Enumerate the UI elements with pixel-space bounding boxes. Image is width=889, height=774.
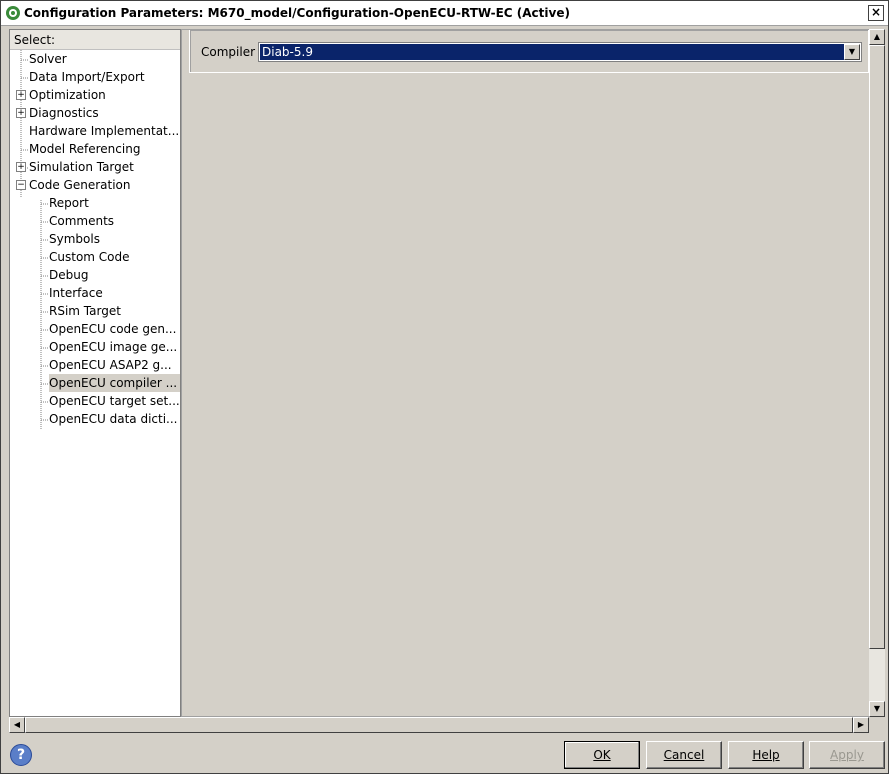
ok-button[interactable]: OK <box>564 741 640 769</box>
horizontal-scroll-thumb[interactable] <box>25 717 853 733</box>
tree-item[interactable]: Data Import/Export <box>29 68 149 86</box>
tree-item-label: Diagnostics <box>29 106 99 120</box>
tree-item[interactable]: OpenECU ASAP2 g... <box>49 356 176 374</box>
tree-item-label: OpenECU code gen... <box>49 322 177 336</box>
tree-item[interactable]: OpenECU target set... <box>49 392 180 410</box>
chevron-down-icon[interactable]: ▼ <box>844 44 860 60</box>
tree-item[interactable]: Solver <box>29 50 71 68</box>
tree-item-label: Interface <box>49 286 103 300</box>
tree-item-label: Solver <box>29 52 67 66</box>
tree-item-label: Symbols <box>49 232 100 246</box>
tree-header-label: Select: <box>14 33 56 47</box>
settings-panel: Compiler Diab-5.9 ▼ <box>181 29 871 717</box>
tree-item[interactable]: Simulation Target <box>29 158 138 176</box>
tree-item[interactable]: Symbols <box>49 230 104 248</box>
tree-item-label: RSim Target <box>49 304 121 318</box>
cancel-button[interactable]: Cancel <box>646 741 722 769</box>
window-title: Configuration Parameters: M670_model/Con… <box>24 6 570 20</box>
category-tree: Select: Solver Data Import/Export Optimi… <box>9 29 181 717</box>
tree-item[interactable]: OpenECU compiler ... <box>49 374 180 392</box>
tree-item[interactable]: Comments <box>49 212 118 230</box>
tree-item-label: Data Import/Export <box>29 70 145 84</box>
compiler-dropdown-value: Diab-5.9 <box>260 44 845 60</box>
tree-item-label: OpenECU target set... <box>49 394 180 408</box>
tree-item[interactable]: Report <box>49 194 93 212</box>
tree-item-label: OpenECU data dicti... <box>49 412 178 426</box>
tree-item[interactable]: Code Generation <box>29 176 134 194</box>
horizontal-scrollbar[interactable]: ◀ ▶ <box>9 717 869 733</box>
compiler-label: Compiler <box>201 45 256 59</box>
collapse-icon[interactable]: − <box>16 180 26 190</box>
config-dialog: Configuration Parameters: M670_model/Con… <box>0 0 889 774</box>
tree-item[interactable]: Diagnostics <box>29 104 103 122</box>
vertical-scroll-thumb[interactable] <box>869 45 885 649</box>
tree-item[interactable]: OpenECU data dicti... <box>49 410 180 428</box>
tree-item-label: OpenECU compiler ... <box>49 376 178 390</box>
tree-item[interactable]: Optimization <box>29 86 110 104</box>
tree-item-label: Debug <box>49 268 89 282</box>
help-icon[interactable]: ? <box>10 744 32 766</box>
tree-header: Select: <box>10 30 180 50</box>
expand-icon[interactable]: + <box>16 90 26 100</box>
tree-item-label: Report <box>49 196 89 210</box>
scroll-down-icon[interactable]: ▼ <box>869 701 885 717</box>
vertical-scrollbar[interactable]: ▲ ▼ <box>869 29 885 717</box>
tree-item-label: OpenECU image ge... <box>49 340 178 354</box>
tree-item[interactable]: Hardware Implementat... <box>29 122 180 140</box>
expand-icon[interactable]: + <box>16 108 26 118</box>
scroll-right-icon[interactable]: ▶ <box>853 717 869 733</box>
close-button[interactable]: × <box>868 5 884 21</box>
tree-item[interactable]: Custom Code <box>49 248 134 266</box>
gear-icon <box>6 6 20 20</box>
tree-item-label: OpenECU ASAP2 g... <box>49 358 172 372</box>
help-button[interactable]: Help <box>728 741 804 769</box>
tree-item-label: Comments <box>49 214 115 228</box>
tree-item-label: Code Generation <box>29 178 131 192</box>
scroll-left-icon[interactable]: ◀ <box>9 717 25 733</box>
tree-item[interactable]: Debug <box>49 266 92 284</box>
tree-item[interactable]: RSim Target <box>49 302 125 320</box>
tree-item-label: Hardware Implementat... <box>29 124 180 138</box>
tree-item[interactable]: Interface <box>49 284 107 302</box>
tree-item[interactable]: Model Referencing <box>29 140 144 158</box>
tree-item[interactable]: OpenECU image ge... <box>49 338 180 356</box>
compiler-group: Compiler Diab-5.9 ▼ <box>189 30 869 73</box>
tree-item-label: Model Referencing <box>29 142 141 156</box>
tree-item-label: Custom Code <box>49 250 130 264</box>
title-bar: Configuration Parameters: M670_model/Con… <box>1 1 888 26</box>
tree-item-label: Simulation Target <box>29 160 134 174</box>
compiler-dropdown[interactable]: Diab-5.9 ▼ <box>258 42 862 62</box>
tree-item-label: Optimization <box>29 88 106 102</box>
tree-item[interactable]: OpenECU code gen... <box>49 320 180 338</box>
scroll-up-icon[interactable]: ▲ <box>869 29 885 45</box>
apply-button[interactable]: Apply <box>809 741 885 769</box>
expand-icon[interactable]: + <box>16 162 26 172</box>
